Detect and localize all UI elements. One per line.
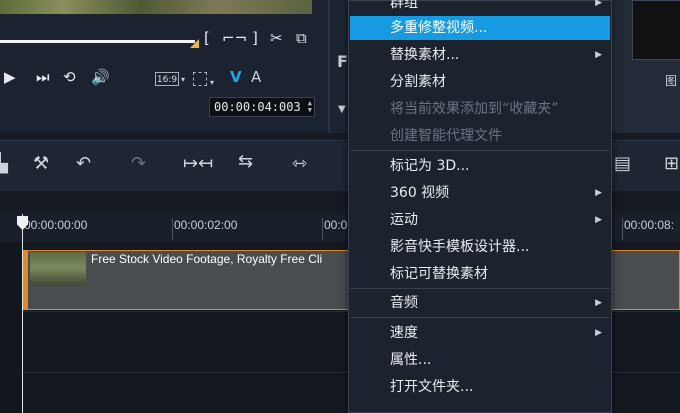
ruler-label: 00:00:00:00 bbox=[24, 218, 88, 232]
menu-separator bbox=[350, 288, 610, 289]
menu-item-create-proxy: 创建智能代理文件 bbox=[390, 128, 502, 144]
mark-in-bracket-icon[interactable]: [ bbox=[204, 30, 210, 46]
scrub-bar[interactable] bbox=[0, 40, 195, 43]
submenu-arrow-icon: ▶ bbox=[595, 50, 602, 60]
redo-icon[interactable]: ↷ bbox=[131, 153, 146, 174]
video-preview-frame bbox=[0, 0, 312, 14]
panel-letter: F bbox=[337, 52, 348, 71]
ruler-label: 00:0 bbox=[324, 218, 348, 232]
clip-title: Free Stock Video Footage, Royalty Free C… bbox=[91, 252, 323, 266]
crop-selection-icon[interactable] bbox=[193, 72, 207, 86]
submenu-arrow-icon: ▶ bbox=[595, 298, 602, 308]
menu-item-mark-replaceable[interactable]: 标记可替换素材 bbox=[350, 262, 610, 286]
clip-context-menu: 群组 ▶ 多重修整视频... 替换素材... ▶ 分割素材 将当前效果添加到“收… bbox=[348, 0, 612, 413]
timecode-field[interactable]: 00:00:04:003 ▲ ▼ bbox=[209, 97, 315, 117]
thumbnail-label: 图 bbox=[665, 74, 678, 88]
mark-out-bracket-icon[interactable]: ] bbox=[252, 30, 258, 46]
ruler-tick bbox=[622, 218, 623, 240]
timecode-value: 00:00:04:003 bbox=[214, 100, 301, 114]
video-mode-toggle[interactable]: V bbox=[230, 68, 242, 86]
ruler-label: 00:00:02:00 bbox=[174, 218, 238, 232]
playhead-line[interactable] bbox=[22, 214, 23, 413]
ruler-tick bbox=[322, 218, 323, 240]
timecode-stepper[interactable]: ▲ ▼ bbox=[308, 100, 312, 114]
aspect-ratio-button[interactable]: 16:9 bbox=[155, 72, 179, 86]
crop-dropdown-icon[interactable]: ▾ bbox=[210, 78, 214, 87]
submenu-arrow-icon: ▶ bbox=[595, 188, 602, 198]
track-manager-icon[interactable]: ▙ bbox=[0, 153, 8, 174]
undo-icon[interactable]: ↶ bbox=[76, 153, 91, 174]
menu-item-mark-3d[interactable]: 标记为 3D... bbox=[350, 154, 610, 178]
spin-down-icon[interactable]: ▼ bbox=[308, 107, 312, 114]
menu-item-multi-trim[interactable]: 多重修整视频... bbox=[350, 16, 610, 40]
menu-item-template-designer[interactable]: 影音快手模板设计器... bbox=[350, 235, 610, 259]
repeat-icon[interactable]: ⟲ bbox=[63, 69, 76, 85]
menu-item-audio[interactable]: 音频 ▶ bbox=[350, 291, 610, 315]
aspect-dropdown-icon[interactable]: ▾ bbox=[181, 75, 185, 84]
title-icon[interactable]: ▤ bbox=[614, 153, 631, 174]
menu-item-open-folder[interactable]: 打开文件夹... bbox=[350, 375, 610, 399]
fit-timeline-icon[interactable]: ↦↤ bbox=[183, 153, 213, 174]
panel-collapse-icon[interactable]: ▼ bbox=[338, 104, 346, 115]
tools-icon[interactable]: ⚒ bbox=[33, 153, 49, 174]
menu-item-split-clip[interactable]: 分割素材 bbox=[350, 70, 610, 94]
library-thumbnail[interactable] bbox=[632, 0, 680, 60]
menu-item-360-video[interactable]: 360 视频 ▶ bbox=[350, 181, 610, 205]
trim-icon[interactable]: ⌐¬ bbox=[222, 30, 247, 46]
slip-icon[interactable]: ⇿ bbox=[292, 153, 307, 174]
menu-item-group[interactable]: 群组 ▶ bbox=[350, 0, 610, 15]
audio-mode-toggle[interactable]: A bbox=[251, 68, 261, 86]
submenu-arrow-icon: ▶ bbox=[595, 328, 602, 338]
ruler-tick bbox=[172, 218, 173, 240]
clip-trim-handle[interactable] bbox=[23, 250, 28, 310]
menu-item-add-to-favorites: 将当前效果添加到“收藏夹” bbox=[390, 101, 559, 117]
ripple-edit-icon[interactable]: ⇆ bbox=[238, 151, 253, 172]
submenu-arrow-icon: ▶ bbox=[595, 0, 602, 8]
menu-item-speed[interactable]: 速度 ▶ bbox=[350, 321, 610, 345]
grid-icon[interactable]: ⊞ bbox=[664, 153, 679, 174]
submenu-arrow-icon: ▶ bbox=[595, 215, 602, 225]
menu-item-motion[interactable]: 运动 ▶ bbox=[350, 208, 610, 232]
play-icon[interactable]: ▶ bbox=[4, 69, 16, 85]
track-header-gutter bbox=[0, 242, 23, 413]
menu-separator bbox=[350, 317, 610, 318]
volume-icon[interactable]: 🔊 bbox=[91, 69, 110, 85]
scissors-icon[interactable]: ✂ bbox=[270, 30, 283, 46]
copy-frame-icon[interactable]: ⧉ bbox=[296, 30, 307, 46]
menu-item-properties[interactable]: 属性... bbox=[350, 348, 610, 372]
menu-separator bbox=[350, 150, 610, 151]
next-frame-icon[interactable]: ⏭ bbox=[36, 69, 50, 85]
menu-item-replace-clip[interactable]: 替换素材... ▶ bbox=[350, 43, 610, 67]
clip-thumbnail bbox=[30, 252, 86, 286]
ruler-label: 00:00:08: bbox=[624, 218, 675, 232]
